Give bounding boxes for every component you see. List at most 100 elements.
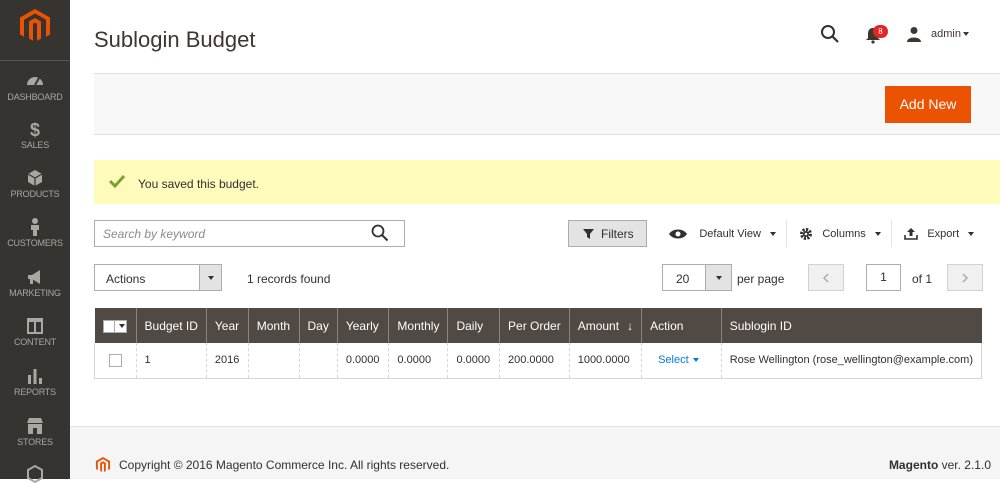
- column-header[interactable]: Monthly: [388, 308, 448, 343]
- cell-action[interactable]: Select: [641, 343, 722, 379]
- column-header[interactable]: Year: [205, 308, 249, 343]
- chevron-down-icon: [875, 231, 882, 236]
- column-header[interactable]: Day: [298, 308, 338, 343]
- dropdown-toggle[interactable]: [705, 265, 731, 290]
- cell-per-order: 200.0000: [499, 343, 570, 379]
- mass-select-header[interactable]: [94, 308, 137, 343]
- copyright-text: Copyright © 2016 Magento Commerce Inc. A…: [119, 458, 450, 472]
- sort-arrow-icon: ↓: [627, 318, 634, 333]
- admin-sidebar: Dashboard $ Sales Products Customers Mar…: [0, 0, 70, 484]
- layout-icon: [27, 318, 43, 334]
- columns-dropdown[interactable]: Columns: [799, 226, 882, 242]
- column-header[interactable]: Daily: [447, 308, 500, 343]
- page-title: Sublogin Budget: [94, 27, 256, 52]
- column-header[interactable]: Sublogin ID: [720, 308, 982, 343]
- chevron-down-icon: [692, 358, 699, 363]
- sidebar-divider: [0, 60, 70, 61]
- eye-icon: [669, 229, 687, 239]
- filters-button[interactable]: Filters: [568, 220, 647, 247]
- chevron-down-icon: [118, 323, 125, 328]
- megaphone-icon: [28, 270, 40, 284]
- row-action-select[interactable]: Select: [658, 354, 699, 366]
- column-header[interactable]: Budget ID: [135, 308, 207, 343]
- sidebar-item-stores[interactable]: Stores: [0, 416, 70, 447]
- chevron-down-icon[interactable]: [963, 32, 969, 36]
- default-view-dropdown[interactable]: Default View: [668, 226, 777, 242]
- per-page-select[interactable]: 20: [662, 264, 732, 291]
- next-page-button[interactable]: [947, 264, 983, 291]
- funnel-icon: [583, 229, 594, 239]
- dollar-icon: $: [30, 120, 40, 139]
- cell-sublogin-id: Rose Wellington (rose_wellington@example…: [720, 343, 983, 379]
- version-info: Magento ver. 2.1.0: [889, 458, 991, 472]
- previous-page-button[interactable]: [808, 264, 844, 291]
- sidebar-item-label: Dashboard: [7, 92, 63, 102]
- chevron-down-icon: [968, 231, 975, 236]
- sidebar-item-label: Marketing: [9, 288, 61, 298]
- success-message-text: You saved this budget.: [138, 177, 259, 191]
- row-select-cell[interactable]: [94, 343, 137, 379]
- cell-day: [298, 343, 338, 379]
- svg-text:$: $: [30, 120, 40, 139]
- cell-yearly: 0.0000: [336, 343, 389, 379]
- total-pages: of 1: [912, 272, 933, 286]
- user-menu-name[interactable]: admin: [931, 28, 961, 40]
- search-icon[interactable]: [371, 224, 389, 242]
- page-actions-bar: [94, 73, 1000, 135]
- sidebar-item-products[interactable]: Products: [0, 168, 70, 199]
- sidebar-item-system[interactable]: [0, 464, 70, 484]
- sidebar-item-label: Stores: [17, 437, 53, 447]
- sidebar-item-content[interactable]: Content: [0, 316, 70, 347]
- cell-amount: 1000.0000: [568, 343, 642, 379]
- sidebar-item-dashboard[interactable]: Dashboard: [0, 71, 70, 102]
- notification-count-badge[interactable]: 8: [873, 25, 888, 38]
- column-header-sorted[interactable]: Amount ↓: [568, 308, 642, 343]
- search-icon[interactable]: [820, 24, 840, 44]
- dashboard-icon: [27, 77, 43, 86]
- page-number-input[interactable]: 1: [866, 264, 901, 291]
- hexagon-icon: [27, 464, 43, 484]
- sidebar-item-label: Customers: [7, 238, 63, 248]
- column-header[interactable]: Per Order: [499, 308, 570, 343]
- toolbar-divider: [786, 220, 787, 247]
- search-input[interactable]: [95, 221, 355, 246]
- magento-logo-icon[interactable]: [20, 9, 50, 43]
- export-label: Export: [927, 228, 960, 240]
- column-header[interactable]: Month: [247, 308, 300, 343]
- filters-label: Filters: [601, 227, 634, 241]
- cell-month: [247, 343, 300, 379]
- mass-actions-select[interactable]: Actions: [94, 264, 222, 291]
- bar-chart-icon: [28, 369, 42, 384]
- sidebar-item-sales[interactable]: $ Sales: [0, 119, 70, 150]
- row-checkbox[interactable]: [109, 353, 122, 367]
- sidebar-item-label: Products: [10, 189, 60, 199]
- column-header[interactable]: Yearly: [336, 308, 389, 343]
- export-dropdown[interactable]: Export: [904, 226, 975, 242]
- keyword-search[interactable]: [94, 220, 405, 247]
- cell-budget-id: 1: [135, 343, 207, 379]
- per-page-label: per page: [737, 272, 785, 286]
- columns-label: Columns: [822, 228, 866, 240]
- dropdown-toggle[interactable]: [199, 265, 221, 290]
- sidebar-item-label: Reports: [14, 387, 56, 397]
- sidebar-item-reports[interactable]: Reports: [0, 366, 70, 397]
- brand-name: Magento: [888, 458, 939, 472]
- chevron-down-icon: [716, 276, 722, 280]
- column-header: Action: [641, 308, 722, 343]
- user-icon[interactable]: [906, 26, 922, 42]
- add-new-button[interactable]: Add New: [885, 86, 971, 123]
- row-action-label: Select: [658, 354, 689, 367]
- sidebar-item-marketing[interactable]: Marketing: [0, 267, 70, 298]
- records-found: 1 records found: [247, 272, 331, 286]
- column-header-label: Amount: [577, 318, 620, 333]
- person-icon: [31, 218, 39, 236]
- cell-year: 2016: [205, 343, 249, 379]
- version-text: ver. 2.1.0: [941, 458, 991, 472]
- magento-logo-icon: [95, 457, 111, 472]
- per-page-value: 20: [676, 272, 690, 286]
- cell-monthly: 0.0000: [388, 343, 448, 379]
- default-view-label: Default View: [699, 228, 761, 240]
- sidebar-item-label: Content: [13, 337, 57, 347]
- mass-select-checkbox[interactable]: [102, 319, 127, 333]
- sidebar-item-customers[interactable]: Customers: [0, 217, 70, 248]
